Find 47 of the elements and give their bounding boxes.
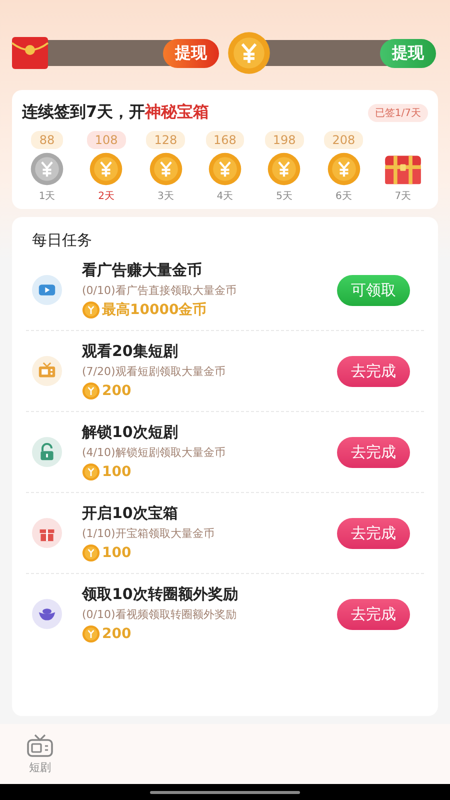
task-title: 开启10次宝箱 — [82, 504, 179, 523]
day-label: 6天 — [335, 190, 352, 203]
task-button[interactable]: 去完成 — [337, 436, 410, 468]
nav-tab[interactable]: 短剧 — [20, 732, 60, 776]
task-description: (1/10)开宝箱领取大量金币 — [82, 526, 216, 541]
reward-amount: 128 — [146, 131, 186, 149]
section-title: 每日任务 — [32, 231, 93, 250]
task-button[interactable]: 去完成 — [337, 598, 410, 630]
task-title: 解锁10次短剧 — [82, 423, 179, 442]
coin-icon — [82, 625, 100, 643]
reward-amount: 200 — [102, 383, 132, 399]
day-label: 7天 — [394, 190, 412, 203]
day-label: 5天 — [276, 190, 292, 203]
reward-amount: 100 — [102, 464, 132, 480]
day-label: 4天 — [216, 190, 234, 203]
reward-amount: 最高10000金币 — [102, 301, 207, 319]
coin-icon — [227, 31, 271, 75]
coin-icon — [82, 463, 100, 481]
reward-amount: 200 — [102, 626, 132, 642]
checkin-title: 连续签到7天，开神秘宝箱 — [22, 102, 210, 123]
task-description: (7/20)观看短剧领取大量金币 — [82, 364, 226, 379]
reward-amount: 108 — [86, 131, 126, 149]
reward-amount: 208 — [324, 131, 364, 149]
tv-icon — [26, 734, 54, 758]
task-description: (0/10)看视频领取转圈额外奖励 — [82, 607, 238, 622]
day-label: 3天 — [157, 190, 174, 203]
reward-amount: 168 — [206, 131, 244, 149]
task-button[interactable]: 可领取 — [337, 274, 410, 306]
checkin-progress-label: 已签1/7天 — [368, 104, 428, 122]
task-title: 领取10次转圈额外奖励 — [82, 585, 239, 604]
day-label: 2天 — [98, 190, 115, 203]
task-title: 看广告赚大量金币 — [82, 261, 203, 280]
withdraw-button[interactable]: 提现 — [380, 38, 436, 68]
task-title: 观看20集短剧 — [82, 342, 179, 361]
reward-amount: 100 — [102, 545, 132, 561]
day-label: 1天 — [38, 190, 56, 203]
task-button[interactable]: 去完成 — [337, 518, 410, 548]
coin-icon — [82, 382, 100, 400]
reward-amount: 88 — [31, 131, 63, 149]
withdraw-button[interactable]: 提现 — [163, 38, 219, 68]
task-button[interactable]: 去完成 — [337, 356, 410, 386]
task-description: (4/10)解锁短剧领取大量金币 — [82, 445, 226, 460]
coin-icon — [82, 544, 100, 562]
home-indicator[interactable] — [150, 790, 300, 794]
reward-amount: 198 — [264, 131, 304, 149]
task-description: (0/10)看广告直接领取大量金币 — [82, 283, 238, 298]
coin-icon — [82, 301, 100, 319]
